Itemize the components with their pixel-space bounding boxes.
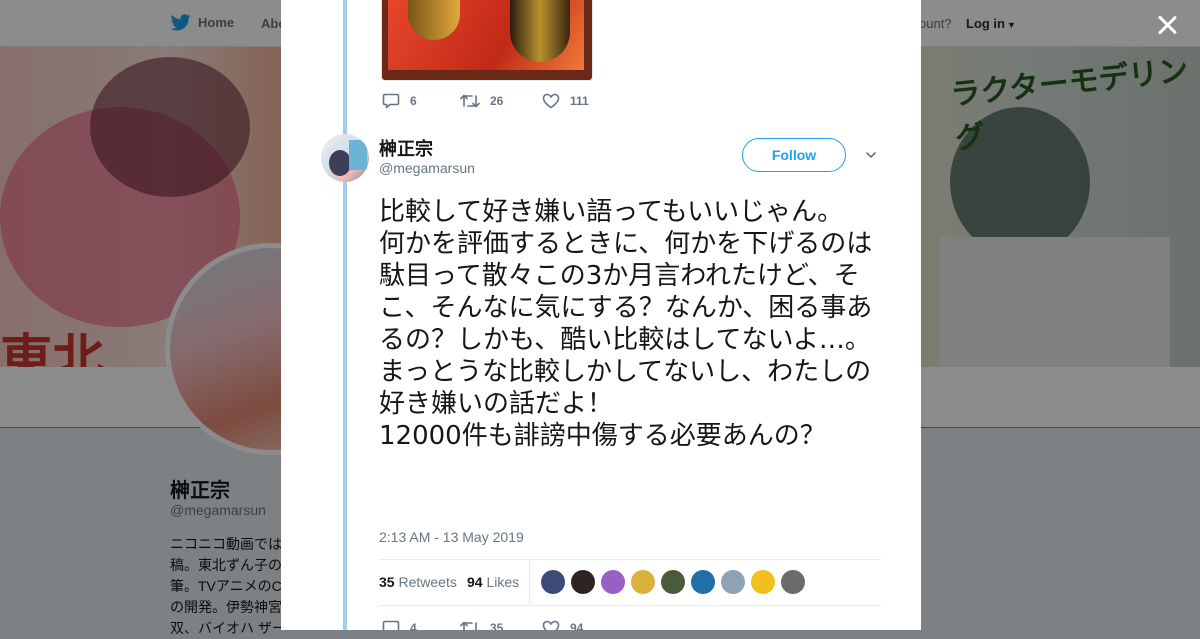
liker-avatar[interactable] [781, 570, 805, 594]
retweet-button[interactable]: 35 [460, 620, 542, 630]
like-button[interactable]: 94 [542, 620, 583, 630]
author-name[interactable]: 榊正宗 [379, 135, 433, 161]
liker-avatar[interactable] [751, 570, 775, 594]
reply-count: 4 [410, 621, 417, 630]
retweet-icon [460, 94, 480, 108]
liker-avatar[interactable] [721, 570, 745, 594]
reply-icon [382, 620, 400, 630]
divider [379, 605, 881, 606]
divider [529, 559, 530, 606]
previous-tweet-image[interactable] [381, 0, 593, 81]
tweet-timestamp[interactable]: 2:13 AM - 13 May 2019 [379, 529, 524, 545]
author-avatar[interactable] [321, 134, 369, 182]
close-icon[interactable] [1154, 12, 1180, 38]
previous-tweet-actions: 6 26 111 [382, 93, 589, 109]
liker-avatar[interactable] [631, 570, 655, 594]
liker-avatar[interactable] [691, 570, 715, 594]
thread-connector [343, 0, 347, 630]
retweet-count: 35 [490, 621, 504, 630]
liker-avatar[interactable] [571, 570, 595, 594]
heart-icon [542, 620, 560, 630]
retweets-stat-count: 35 [379, 574, 395, 590]
reply-button[interactable]: 6 [382, 93, 460, 109]
liker-avatar[interactable] [541, 570, 565, 594]
like-count: 94 [570, 621, 584, 630]
retweet-button[interactable]: 26 [460, 93, 542, 109]
retweets-stat[interactable]: 35 Retweets [379, 574, 457, 590]
heart-icon [542, 93, 560, 109]
follow-button[interactable]: Follow [742, 138, 846, 172]
likes-stat[interactable]: 94 Likes [467, 574, 519, 590]
reply-button[interactable]: 4 [382, 620, 460, 630]
like-count: 111 [570, 94, 589, 108]
tweet-modal: 6 26 111 榊正宗 @megamarsun Follow 比較して好き嫌い… [281, 0, 921, 630]
retweet-icon [460, 621, 480, 630]
likes-stat-count: 94 [467, 574, 483, 590]
chevron-down-icon[interactable] [866, 150, 876, 160]
tweet-actions: 4 35 94 [382, 620, 583, 630]
reply-icon [382, 93, 400, 109]
likes-stat-label: Likes [486, 574, 520, 590]
divider [379, 559, 881, 560]
liker-avatar[interactable] [661, 570, 685, 594]
tweet-text: 比較して好き嫌い語ってもいいじゃん。 何かを評価するときに、何かを下げるのは駄目… [379, 197, 873, 451]
retweet-count: 26 [490, 94, 504, 108]
liker-avatar[interactable] [601, 570, 625, 594]
retweets-stat-label: Retweets [398, 574, 457, 590]
author-handle[interactable]: @megamarsun [379, 160, 475, 176]
liker-avatars [541, 570, 805, 594]
like-button[interactable]: 111 [542, 93, 589, 109]
reply-count: 6 [410, 94, 417, 108]
